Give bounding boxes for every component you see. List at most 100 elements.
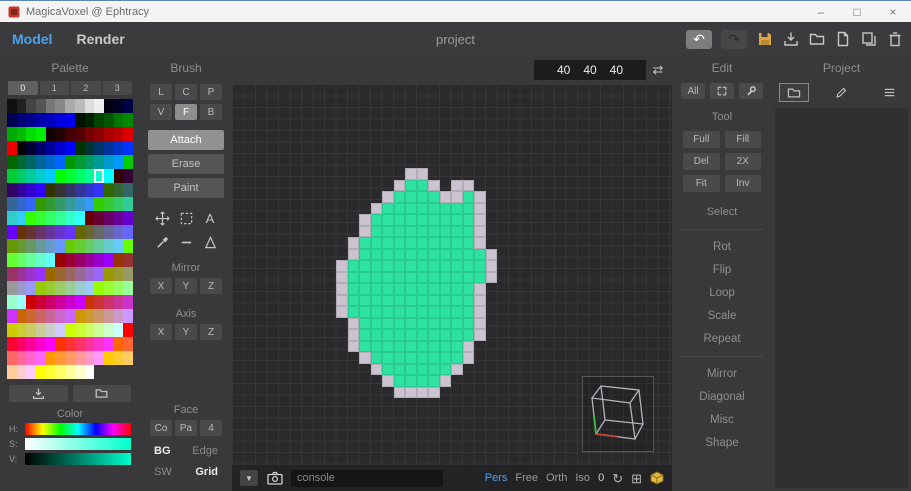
- palette-swatch[interactable]: [94, 183, 104, 197]
- text-tool-button[interactable]: A: [198, 206, 222, 230]
- palette-swatch[interactable]: [36, 99, 46, 113]
- palette-swatch[interactable]: [104, 253, 114, 267]
- palette-swatch[interactable]: [55, 239, 65, 253]
- palette-swatch[interactable]: [7, 225, 17, 239]
- palette-swatch[interactable]: [17, 281, 27, 295]
- palette-swatch[interactable]: [46, 127, 56, 141]
- palette-swatch[interactable]: [17, 253, 27, 267]
- palette-swatch[interactable]: [26, 365, 36, 379]
- undo-button[interactable]: ↶: [686, 30, 712, 49]
- select-tool-button[interactable]: [174, 206, 198, 230]
- edit-tools-button[interactable]: [739, 83, 763, 99]
- palette-swatch[interactable]: [94, 141, 104, 155]
- palette-swatch[interactable]: [26, 225, 36, 239]
- section-repeat[interactable]: Repeat: [672, 333, 772, 345]
- view-mode-pers[interactable]: Pers: [485, 472, 508, 484]
- palette-swatch[interactable]: [65, 239, 75, 253]
- axis-x-button[interactable]: X: [150, 324, 172, 340]
- tool-del-button[interactable]: Del: [683, 153, 720, 170]
- palette-swatch[interactable]: [114, 337, 124, 351]
- project-list-tab[interactable]: [875, 83, 905, 102]
- sw-toggle[interactable]: SW: [154, 466, 172, 478]
- palette-swatch[interactable]: [85, 211, 95, 225]
- palette-swatch[interactable]: [36, 351, 46, 365]
- palette-swatch[interactable]: [65, 113, 75, 127]
- resize-swap-button[interactable]: ⇄: [648, 60, 668, 80]
- palette-swatch[interactable]: [85, 169, 95, 183]
- paint-button[interactable]: Paint: [148, 178, 224, 198]
- palette-swatch[interactable]: [17, 127, 27, 141]
- palette-swatch[interactable]: [36, 155, 46, 169]
- palette-swatch[interactable]: [94, 197, 104, 211]
- palette-swatch[interactable]: [75, 183, 85, 197]
- palette-swatch[interactable]: [94, 155, 104, 169]
- tool-fill-button[interactable]: Fill: [725, 131, 762, 148]
- palette-swatch[interactable]: [104, 127, 114, 141]
- palette-swatch[interactable]: [75, 127, 85, 141]
- palette-swatch[interactable]: [65, 365, 75, 379]
- section-mirror[interactable]: Mirror: [672, 368, 772, 380]
- face-paint-button[interactable]: Pa: [175, 420, 197, 436]
- palette-swatch[interactable]: [55, 337, 65, 351]
- hue-slider[interactable]: [25, 423, 131, 435]
- palette-swatch[interactable]: [85, 281, 95, 295]
- brush-mode-box[interactable]: B: [200, 104, 222, 120]
- minimize-button[interactable]: –: [803, 1, 839, 23]
- export-button[interactable]: [782, 31, 799, 48]
- palette-swatch[interactable]: [7, 99, 17, 113]
- brush-mode-voxel[interactable]: V: [150, 104, 172, 120]
- palette-swatch[interactable]: [36, 239, 46, 253]
- palette-swatch[interactable]: [26, 267, 36, 281]
- palette-swatch[interactable]: [114, 281, 124, 295]
- palette-swatch[interactable]: [26, 197, 36, 211]
- edge-toggle[interactable]: Edge: [192, 445, 218, 457]
- palette-swatch[interactable]: [55, 295, 65, 309]
- console-dropdown-button[interactable]: ▼: [240, 470, 258, 486]
- axis-z-button[interactable]: Z: [200, 324, 222, 340]
- axis-y-button[interactable]: Y: [175, 324, 197, 340]
- palette-swatch[interactable]: [114, 267, 124, 281]
- palette-swatch[interactable]: [123, 239, 133, 253]
- palette-swatch[interactable]: [85, 351, 95, 365]
- palette-swatch[interactable]: [55, 99, 65, 113]
- palette-swatch[interactable]: [123, 169, 133, 183]
- brush-mode-face[interactable]: F: [175, 104, 197, 120]
- palette-swatch[interactable]: [123, 295, 133, 309]
- palette-tab-0[interactable]: 0: [8, 81, 38, 95]
- palette-swatch[interactable]: [17, 183, 27, 197]
- palette-swatch[interactable]: [123, 127, 133, 141]
- palette-swatch[interactable]: [75, 295, 85, 309]
- palette-swatch[interactable]: [46, 197, 56, 211]
- palette-swatch[interactable]: [26, 253, 36, 267]
- palette-swatch[interactable]: [123, 351, 133, 365]
- face-4-button[interactable]: 4: [200, 420, 222, 436]
- palette-swatch[interactable]: [46, 365, 56, 379]
- palette-swatch[interactable]: [85, 323, 95, 337]
- palette-swatch[interactable]: [36, 141, 46, 155]
- palette-swatch[interactable]: [123, 323, 133, 337]
- palette-swatch[interactable]: [104, 295, 114, 309]
- palette-swatch[interactable]: [75, 169, 85, 183]
- palette-swatch[interactable]: [7, 351, 17, 365]
- palette-swatch[interactable]: [36, 337, 46, 351]
- palette-swatch[interactable]: [75, 113, 85, 127]
- move-tool-button[interactable]: [150, 206, 174, 230]
- tool-inv-button[interactable]: Inv: [725, 175, 762, 192]
- palette-swatch[interactable]: [36, 365, 46, 379]
- brush-mode-line[interactable]: L: [150, 84, 172, 100]
- palette-swatch[interactable]: [85, 197, 95, 211]
- palette-swatch[interactable]: [104, 337, 114, 351]
- project-file-list[interactable]: [775, 108, 908, 488]
- palette-swatch[interactable]: [65, 337, 75, 351]
- palette-swatch[interactable]: [75, 309, 85, 323]
- palette-swatch[interactable]: [75, 99, 85, 113]
- palette-swatch[interactable]: [123, 225, 133, 239]
- section-diagonal[interactable]: Diagonal: [672, 391, 772, 403]
- palette-swatch[interactable]: [104, 323, 114, 337]
- palette-swatch[interactable]: [114, 309, 124, 323]
- palette-swatch[interactable]: [17, 309, 27, 323]
- palette-swatch[interactable]: [104, 267, 114, 281]
- palette-swatch[interactable]: [55, 183, 65, 197]
- palette-swatch[interactable]: [17, 141, 27, 155]
- section-shape[interactable]: Shape: [672, 437, 772, 449]
